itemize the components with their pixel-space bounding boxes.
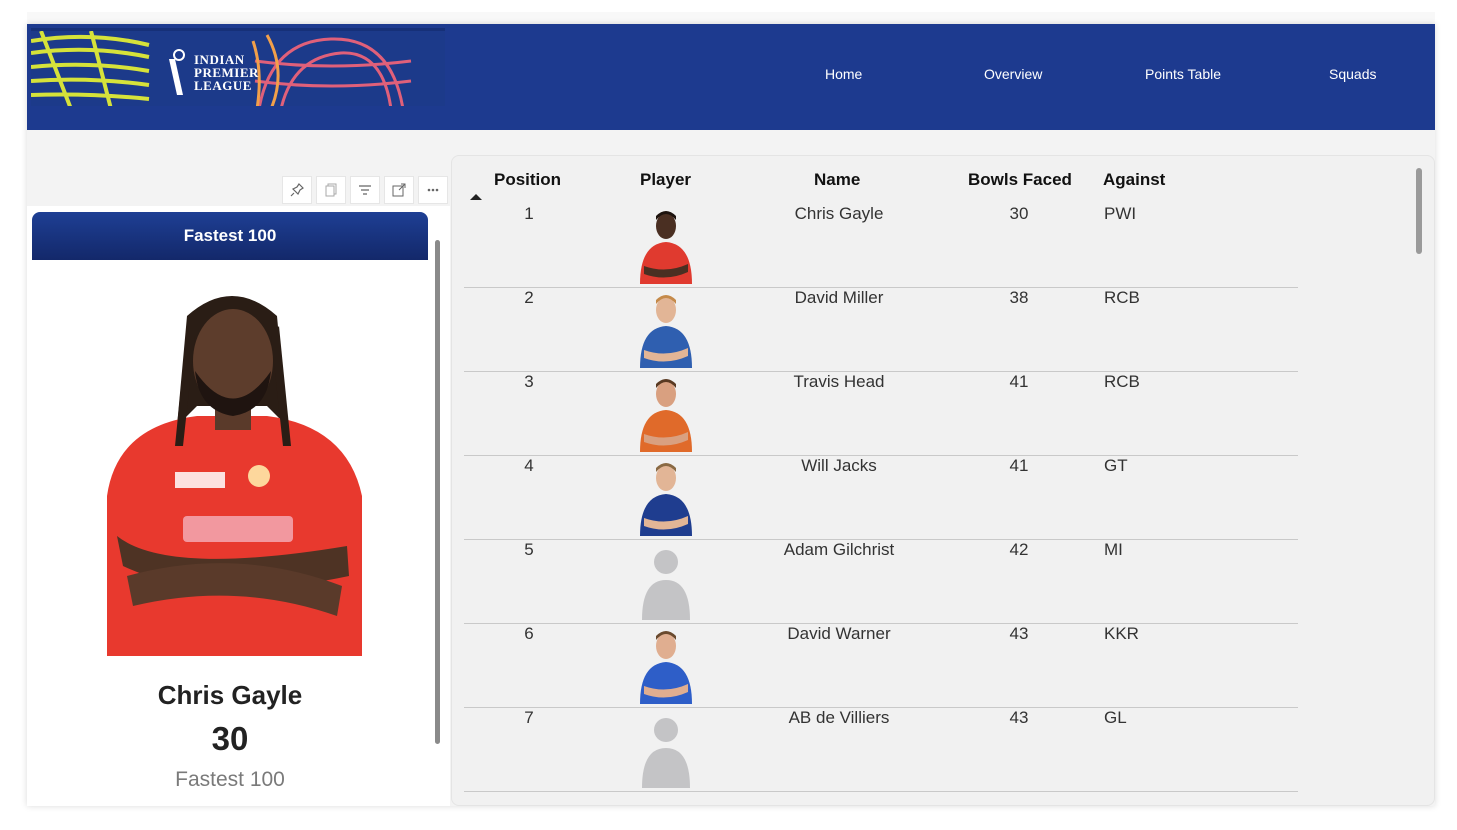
cell-position: 6 (524, 624, 534, 643)
cell-name: Travis Head (793, 372, 885, 391)
bat-icon (169, 49, 185, 95)
cell-bowls-faced: 41 (1009, 372, 1029, 391)
sort-ascending-icon[interactable] (470, 194, 482, 200)
pin-icon[interactable] (282, 176, 312, 204)
player-thumbnail (640, 379, 692, 452)
copy-icon[interactable] (316, 176, 346, 204)
card-header: Fastest 100 (32, 212, 428, 260)
cell-bowls-faced: 41 (1009, 456, 1029, 475)
cell-bowls-faced: 38 (1009, 288, 1029, 307)
logo-wordmark: INDIAN PREMIER LEAGUE (194, 53, 259, 92)
cell-against: RCB (1104, 372, 1140, 391)
cell-bowls-faced: 42 (1009, 540, 1029, 559)
cell-against: PWI (1104, 204, 1137, 223)
player-photo (107, 296, 362, 656)
cell-against: GT (1104, 456, 1128, 475)
cell-position: 5 (524, 540, 534, 559)
player-thumbnail (640, 631, 692, 704)
cell-name: David Miller (794, 288, 884, 307)
table-row[interactable]: 3 Travis Head 41 RCB (464, 372, 1298, 456)
cell-name: David Warner (787, 624, 891, 643)
table-row[interactable]: 2 David Miller 38 RCB (464, 288, 1298, 372)
cell-position: 3 (524, 372, 534, 391)
player-name: Chris Gayle (157, 680, 303, 710)
cell-name: Will Jacks (801, 456, 877, 475)
filter-icon[interactable] (350, 176, 380, 204)
cell-against: GL (1104, 708, 1127, 727)
cell-bowls-faced: 43 (1009, 624, 1029, 643)
column-header-bowls-faced[interactable]: Bowls Faced (968, 170, 1072, 190)
column-header-against[interactable]: Against (1103, 170, 1165, 190)
nav-link-squads[interactable]: Squads (1329, 66, 1376, 82)
table-row[interactable]: 6 David Warner 43 KKR (464, 624, 1298, 708)
player-thumbnail (642, 550, 690, 620)
more-options-icon[interactable] (418, 176, 448, 204)
report-canvas: INDIAN PREMIER LEAGUE Home Overview Poin… (27, 24, 1435, 806)
column-header-player[interactable]: Player (640, 170, 691, 190)
player-stat-caption: Fastest 100 (175, 768, 285, 791)
cell-position: 7 (524, 708, 534, 727)
cell-name: Chris Gayle (794, 204, 884, 223)
table-row[interactable]: 7 AB de Villiers 43 GL (464, 708, 1298, 792)
cell-bowls-faced: 30 (1009, 204, 1029, 223)
card-scrollbar[interactable] (435, 240, 440, 744)
player-thumbnail (642, 718, 690, 788)
table-row[interactable]: 5 Adam Gilchrist 42 MI (464, 540, 1298, 624)
nav-link-home[interactable]: Home (825, 66, 862, 82)
player-card[interactable]: Fastest 100 Chris Gayle 30 Fastest 100 (27, 206, 450, 806)
table-row[interactable]: 4 Will Jacks 41 GT (464, 456, 1298, 540)
cell-against: KKR (1104, 624, 1139, 643)
focus-mode-icon[interactable] (384, 176, 414, 204)
player-thumbnail (640, 211, 692, 284)
column-header-position[interactable]: Position (494, 170, 561, 190)
cell-against: RCB (1104, 288, 1140, 307)
cell-position: 1 (524, 204, 534, 223)
cell-name: AB de Villiers (788, 708, 890, 727)
navbar: INDIAN PREMIER LEAGUE Home Overview Poin… (27, 24, 1435, 130)
nav-link-points-table[interactable]: Points Table (1145, 66, 1221, 82)
player-stat-value: 30 (211, 720, 249, 757)
fastest-100-table: Position Player Name Bowls Faced Against… (451, 155, 1435, 806)
player-thumbnail (640, 295, 692, 368)
cell-name: Adam Gilchrist (783, 540, 895, 559)
logo-line: LEAGUE (194, 78, 252, 93)
player-thumbnail (640, 463, 692, 536)
cell-bowls-faced: 43 (1009, 708, 1029, 727)
cell-against: MI (1104, 540, 1123, 559)
table-scrollbar[interactable] (1416, 168, 1422, 254)
ipl-logo[interactable]: INDIAN PREMIER LEAGUE (31, 28, 445, 106)
column-header-name[interactable]: Name (814, 170, 860, 190)
visual-header-toolbar (282, 176, 448, 204)
cell-position: 2 (524, 288, 534, 307)
window-top-band (27, 12, 1435, 24)
table-row[interactable]: 1 Chris Gayle 30 PWI (464, 204, 1298, 288)
cell-position: 4 (524, 456, 534, 475)
nav-link-overview[interactable]: Overview (984, 66, 1042, 82)
